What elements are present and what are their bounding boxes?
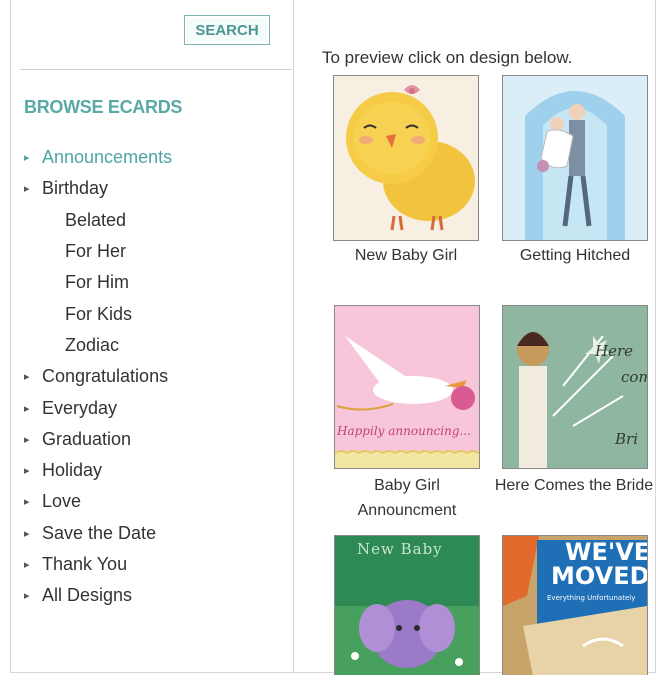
category-label: Congratulations bbox=[42, 366, 169, 387]
wedding-couple-illustration bbox=[503, 76, 647, 240]
category-label: All Designs bbox=[42, 585, 133, 606]
category-label: Graduation bbox=[42, 428, 132, 449]
category-label: For Him bbox=[65, 272, 129, 293]
chevron-right-icon: ▸ bbox=[24, 371, 30, 384]
chevron-right-icon: ▸ bbox=[24, 527, 30, 540]
subcategory-zodiac[interactable]: Zodiac bbox=[24, 330, 172, 361]
category-announcements[interactable]: ▸ Announcements bbox=[24, 142, 172, 173]
subcategory-belated[interactable]: Belated bbox=[24, 205, 172, 236]
category-label: Belated bbox=[65, 209, 127, 230]
category-label: For Her bbox=[65, 241, 127, 262]
category-all-designs[interactable]: ▸ All Designs bbox=[24, 580, 172, 611]
card-title-here-comes-the-bride[interactable]: Here Comes the Bride bbox=[490, 473, 658, 498]
preview-instruction: To preview click on design below. bbox=[322, 48, 573, 67]
card-title-new-baby-girl[interactable]: New Baby Girl bbox=[333, 243, 479, 268]
category-holiday[interactable]: ▸ Holiday bbox=[24, 455, 172, 486]
subcategory-for-her[interactable]: For Her bbox=[24, 236, 172, 267]
card-thumb-text-2: com bbox=[621, 368, 647, 386]
card-thumb-text-1: Here bbox=[595, 342, 634, 360]
category-congratulations[interactable]: ▸ Congratulations bbox=[24, 361, 172, 392]
card-thumb-text-1: WE'VE bbox=[565, 538, 648, 566]
card-thumb-caption: Happily announcing... bbox=[337, 424, 471, 438]
category-save-the-date[interactable]: ▸ Save the Date bbox=[24, 518, 172, 549]
card-thumbnail-getting-hitched[interactable] bbox=[502, 75, 648, 241]
chick-illustration bbox=[334, 76, 478, 240]
subcategory-for-him[interactable]: For Him bbox=[24, 267, 172, 298]
sidebar-divider bbox=[20, 69, 292, 70]
chevron-right-icon: ▸ bbox=[24, 590, 30, 603]
category-label: Birthday bbox=[42, 178, 109, 199]
search-button[interactable]: SEARCH bbox=[184, 15, 270, 45]
card-title-baby-girl-line1[interactable]: Baby Girl bbox=[334, 473, 480, 498]
card-thumb-text-3: Everything Unfortunately bbox=[547, 594, 636, 602]
category-label: Everyday bbox=[42, 397, 118, 418]
category-list: ▸ Announcements ▸ Birthday Belated For Her… bbox=[24, 142, 172, 611]
category-label: Thank You bbox=[42, 554, 128, 574]
browse-ecards-heading: BROWSE ECARDS bbox=[24, 97, 183, 117]
card-thumbnail-baby-girl-announcment[interactable]: Happily announcing... bbox=[334, 305, 480, 469]
category-thank-you[interactable]: ▸ Thank You bbox=[24, 549, 172, 580]
stork-illustration bbox=[335, 306, 479, 468]
category-love[interactable]: ▸ Love bbox=[24, 486, 172, 517]
category-label: Holiday bbox=[42, 460, 103, 481]
card-title-baby-girl-line2[interactable]: Announcment bbox=[334, 498, 480, 523]
chevron-right-icon: ▸ bbox=[24, 183, 30, 196]
chevron-right-icon: ▸ bbox=[24, 496, 30, 509]
card-thumb-text-2: MOVED bbox=[551, 562, 648, 590]
card-thumbnail-here-comes-the-bride[interactable]: Here com Bri bbox=[502, 305, 648, 469]
card-thumbnail-weve-moved[interactable]: WE'VE MOVED Everything Unfortunately bbox=[502, 535, 648, 675]
chevron-right-icon: ▸ bbox=[24, 465, 30, 478]
category-graduation[interactable]: ▸ Graduation bbox=[24, 424, 172, 455]
chevron-right-icon: ▸ bbox=[24, 433, 30, 446]
subcategory-for-kids[interactable]: For Kids bbox=[24, 298, 172, 329]
card-thumb-text-3: Bri bbox=[615, 430, 638, 448]
category-everyday[interactable]: ▸ Everyday bbox=[24, 392, 172, 423]
chevron-right-icon: ▸ bbox=[24, 152, 30, 165]
card-title-getting-hitched[interactable]: Getting Hitched bbox=[494, 243, 656, 268]
category-label: Save the Date bbox=[42, 522, 157, 543]
category-label: Love bbox=[42, 491, 82, 512]
category-label: Announcements bbox=[42, 147, 173, 168]
category-birthday[interactable]: ▸ Birthday bbox=[24, 173, 172, 204]
category-label: For Kids bbox=[65, 303, 133, 324]
card-thumb-caption: New Baby bbox=[357, 540, 443, 558]
card-thumbnail-new-baby[interactable]: New Baby bbox=[334, 535, 480, 675]
card-thumbnail-new-baby-girl[interactable] bbox=[333, 75, 479, 241]
category-label: Zodiac bbox=[65, 334, 120, 355]
chevron-right-icon: ▸ bbox=[24, 559, 30, 571]
chevron-right-icon: ▸ bbox=[24, 402, 30, 415]
